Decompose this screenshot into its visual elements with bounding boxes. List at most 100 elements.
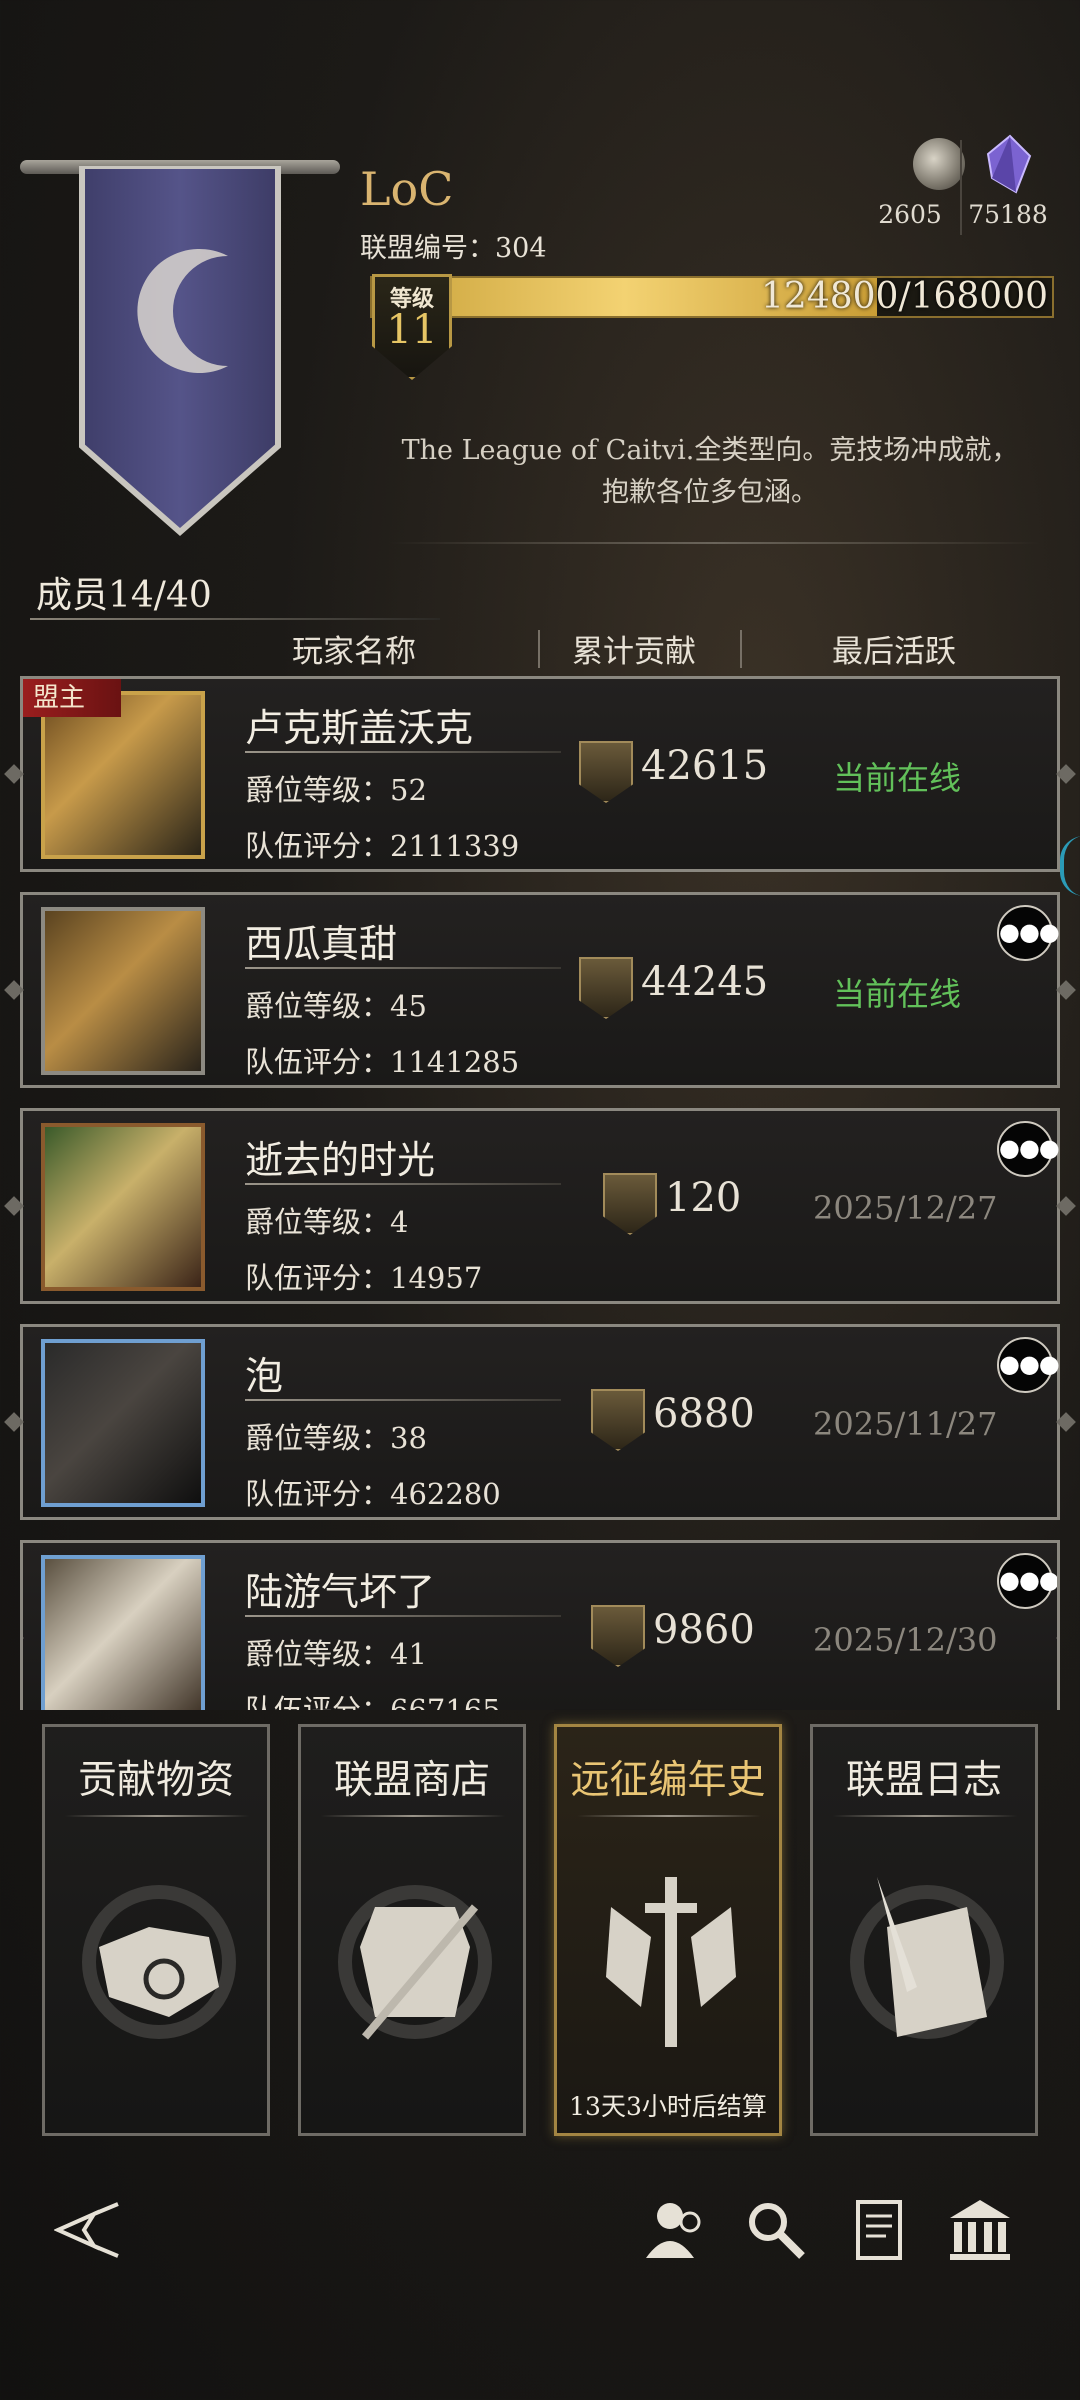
divider xyxy=(390,542,1040,544)
score-label: 队伍评分： xyxy=(245,1045,391,1079)
side-drawer-handle[interactable] xyxy=(1060,836,1080,896)
last-active-status: 当前在线 xyxy=(833,975,962,1013)
last-active-status: 当前在线 xyxy=(833,759,962,797)
rank-label: 爵位等级： xyxy=(245,1205,391,1239)
more-options-button[interactable]: ●●● xyxy=(997,1121,1060,1177)
member-score: 队伍评分：1141285 xyxy=(245,1039,519,1081)
avatar[interactable] xyxy=(41,1123,205,1291)
rank-value: 52 xyxy=(390,773,427,807)
member-name: 泡 xyxy=(245,1354,284,1398)
quill-paper-icon xyxy=(850,1877,1004,2039)
row-ornament xyxy=(1056,980,1076,1000)
members-icon[interactable] xyxy=(640,2196,708,2264)
more-options-button[interactable]: ●●● xyxy=(997,1337,1060,1393)
member-score: 队伍评分：14957 xyxy=(245,1255,482,1297)
member-rank: 爵位等级：52 xyxy=(245,767,427,809)
contribution-value: 120 xyxy=(665,1175,742,1221)
last-active-status: 2025/12/30 xyxy=(813,1621,998,1659)
expedition-chronicle-card[interactable]: 远征编年史 13天3小时后结算 xyxy=(554,1724,782,2136)
more-options-button[interactable]: ●●● xyxy=(997,905,1060,961)
divider xyxy=(245,967,561,969)
member-name: 陆游气坏了 xyxy=(245,1570,436,1614)
member-rank: 爵位等级：45 xyxy=(245,983,427,1025)
alliance-shop-card[interactable]: 联盟商店 xyxy=(298,1724,526,2136)
member-name: 西瓜真甜 xyxy=(245,922,398,966)
more-options-button[interactable]: ●●● xyxy=(997,1553,1057,1609)
rank-label: 爵位等级： xyxy=(245,1637,391,1671)
alliance-log-card[interactable]: 联盟日志 xyxy=(810,1724,1038,2136)
leader-tag: 盟主 xyxy=(23,679,121,717)
card-title: 贡献物资 xyxy=(77,1758,234,1803)
member-rank: 爵位等级：4 xyxy=(245,1199,408,1241)
member-row[interactable]: 逝去的时光 爵位等级：4 队伍评分：14957 120 2025/12/27 ●… xyxy=(4,1108,1076,1304)
member-row[interactable]: 西瓜真甜 爵位等级：45 队伍评分：1141285 44245 当前在线 ●●● xyxy=(4,892,1076,1088)
card-title: 联盟商店 xyxy=(333,1758,490,1803)
guild-hall-icon[interactable] xyxy=(946,2196,1014,2264)
alliance-id: 联盟编号：304 xyxy=(360,233,547,264)
contribution-value: 42615 xyxy=(641,743,769,789)
description-line-1: The League of Caitvi.全类型向。竞技场冲成就， xyxy=(401,435,1019,466)
score-value: 2111339 xyxy=(390,829,520,863)
description-line-2: 抱歉各位多包涵。 xyxy=(602,477,818,508)
member-score: 队伍评分：462280 xyxy=(245,1471,501,1513)
level-badge: 等级 11 xyxy=(372,274,452,380)
contribution-emblem-icon xyxy=(579,741,633,803)
back-arrow-icon[interactable] xyxy=(54,2196,122,2264)
avatar[interactable] xyxy=(41,1339,205,1507)
column-header-contribution: 累计贡献 xyxy=(572,634,696,670)
contribution-value: 6880 xyxy=(653,1391,755,1437)
rank-label: 爵位等级： xyxy=(245,1421,391,1455)
contribution-emblem-icon xyxy=(591,1605,645,1667)
avatar[interactable] xyxy=(41,1555,205,1710)
member-score: 队伍评分：667165 xyxy=(245,1687,501,1710)
silver-coin-icon xyxy=(913,138,965,190)
score-value: 462280 xyxy=(390,1477,501,1511)
member-row[interactable]: 陆游气坏了 爵位等级：41 队伍评分：667165 9860 2025/12/3… xyxy=(20,1540,1060,1710)
member-name: 逝去的时光 xyxy=(245,1138,436,1182)
column-header-name: 玩家名称 xyxy=(292,634,416,670)
contribution-emblem-icon xyxy=(579,957,633,1019)
rank-value: 38 xyxy=(390,1421,427,1455)
search-icon[interactable] xyxy=(742,2196,810,2264)
card-title: 联盟日志 xyxy=(845,1758,1002,1803)
divider xyxy=(245,1615,561,1617)
last-active-status: 2025/12/27 xyxy=(813,1189,998,1227)
last-active-status: 2025/11/27 xyxy=(813,1405,998,1443)
document-icon[interactable] xyxy=(846,2196,914,2264)
armor-sword-icon xyxy=(338,1885,492,2040)
rank-label: 爵位等级： xyxy=(245,773,391,807)
alliance-description: The League of Caitvi.全类型向。竞技场冲成就， 抱歉各位多包… xyxy=(380,430,1040,514)
gem-currency[interactable] xyxy=(980,134,1036,198)
rank-value: 45 xyxy=(390,989,427,1023)
scroll-map-icon xyxy=(82,1885,236,2039)
row-ornament xyxy=(4,1196,24,1216)
contribution-value: 9860 xyxy=(653,1607,755,1653)
avatar[interactable] xyxy=(41,907,205,1075)
member-rank: 爵位等级：41 xyxy=(245,1631,427,1673)
member-row[interactable]: 盟主 卢克斯盖沃克 爵位等级：52 队伍评分：2111339 42615 当前在… xyxy=(4,676,1076,872)
divider xyxy=(833,1815,1017,1817)
alliance-banner[interactable] xyxy=(78,166,282,536)
rank-value: 4 xyxy=(390,1205,409,1239)
divider xyxy=(577,1815,761,1817)
score-label: 队伍评分： xyxy=(245,829,391,863)
member-score: 队伍评分：2111339 xyxy=(245,823,519,865)
card-title: 远征编年史 xyxy=(570,1758,766,1803)
divider xyxy=(245,1183,561,1185)
donate-supplies-card[interactable]: 贡献物资 xyxy=(42,1724,270,2136)
score-value: 667165 xyxy=(390,1693,501,1710)
alliance-name: LoC xyxy=(360,162,454,216)
row-ornament xyxy=(23,1628,24,1648)
contribution-emblem-icon xyxy=(603,1173,657,1235)
contribution-value: 44245 xyxy=(641,959,769,1005)
column-separator xyxy=(538,630,540,668)
divider xyxy=(30,618,440,620)
purple-crystal-icon xyxy=(986,134,1032,194)
coin-currency[interactable] xyxy=(884,138,965,190)
score-label: 队伍评分： xyxy=(245,1477,391,1511)
member-name: 卢克斯盖沃克 xyxy=(245,706,474,750)
member-rank: 爵位等级：38 xyxy=(245,1415,427,1457)
crossed-banners-icon xyxy=(606,1877,736,2047)
divider xyxy=(65,1815,249,1817)
member-row[interactable]: 泡 爵位等级：38 队伍评分：462280 6880 2025/11/27 ●●… xyxy=(4,1324,1076,1520)
